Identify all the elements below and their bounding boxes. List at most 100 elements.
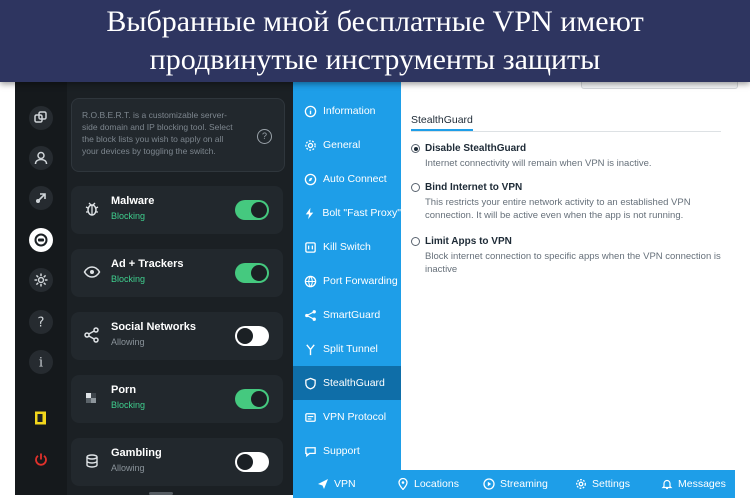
sidebar-item-kill-switch[interactable]: Kill Switch: [293, 230, 401, 264]
robert-info-card: R.O.B.E.R.T. is a customizable server-si…: [71, 98, 285, 172]
link-icon[interactable]: [29, 106, 53, 130]
bottom-tab-bar: VPN Locations Streaming Settings Message…: [293, 470, 735, 498]
blocklist-title: Gambling: [111, 447, 162, 459]
social-networks-toggle[interactable]: [235, 326, 269, 346]
info-icon[interactable]: i: [29, 350, 53, 374]
caption-line-2: продвинутые инструменты защиты: [149, 43, 601, 76]
horizontal-scrollbar[interactable]: [149, 492, 173, 495]
toggle-knob: [251, 391, 267, 407]
radio-button[interactable]: [411, 144, 420, 153]
blocklist-status: Blocking: [111, 274, 146, 284]
radio-button[interactable]: [411, 183, 420, 192]
toggle-knob: [237, 328, 253, 344]
sidebar-item-label: SmartGuard: [323, 309, 381, 321]
sidebar-item-support[interactable]: Support: [293, 434, 401, 468]
sidebar-item-information[interactable]: Information: [293, 94, 401, 128]
blocklist-status: Allowing: [111, 463, 145, 473]
tab-vpn[interactable]: VPN: [317, 470, 356, 498]
tab-stealthguard[interactable]: StealthGuard: [411, 114, 473, 131]
blocklist-status: Allowing: [111, 337, 145, 347]
option-title: Disable StealthGuard: [425, 143, 527, 154]
tab-divider: [411, 131, 721, 132]
bottom-tab-label: Locations: [414, 478, 459, 490]
protocol-icon: [303, 410, 317, 424]
robert-description: R.O.B.E.R.T. is a customizable server-si…: [82, 110, 233, 156]
gear-icon: [303, 138, 317, 152]
nodes-icon: [303, 308, 317, 322]
tab-locations[interactable]: Locations: [397, 470, 459, 498]
compass-icon: [303, 172, 317, 186]
blocklist-title: Malware: [111, 195, 155, 207]
caption-banner: Выбранные мной бесплатные VPN имеют прод…: [0, 0, 750, 82]
toggle-knob: [251, 202, 267, 218]
bottom-tab-label: Messages: [678, 478, 726, 490]
sidebar-item-label: Split Tunnel: [323, 343, 378, 355]
sidebar-item-auto-connect[interactable]: Auto Connect: [293, 162, 401, 196]
sidebar-item-split-tunnel[interactable]: Split Tunnel: [293, 332, 401, 366]
blocklist-title: Porn: [111, 384, 137, 396]
toggle-knob: [237, 454, 253, 470]
bottom-tab-label: Streaming: [500, 478, 548, 490]
tab-streaming[interactable]: Streaming: [483, 470, 548, 498]
question-icon[interactable]: ?: [257, 129, 272, 144]
user-icon[interactable]: [29, 146, 53, 170]
svg-text:?: ?: [38, 316, 45, 331]
sidebar-item-general[interactable]: General: [293, 128, 401, 162]
sidebar-item-label: Kill Switch: [323, 241, 371, 253]
caption-line-1: Выбранные мной бесплатные VPN имеют: [106, 5, 644, 38]
vpn-arrow-icon: [318, 479, 328, 489]
sidebar-item-label: Port Forwarding: [323, 275, 398, 287]
robert-panel: ? i R.O.B.E.R.T. is a customizable serve…: [15, 82, 295, 495]
sidebar-item-vpn-protocol[interactable]: VPN Protocol: [293, 400, 401, 434]
sidebar-item-port-forwarding[interactable]: Port Forwarding: [293, 264, 401, 298]
tab-messages[interactable]: Messages: [661, 470, 726, 498]
porn-toggle[interactable]: [235, 389, 269, 409]
bell-icon: [661, 479, 673, 490]
radio-button[interactable]: [411, 237, 420, 246]
bottom-tab-label: VPN: [334, 478, 356, 490]
play-icon: [483, 478, 495, 490]
option-title: Limit Apps to VPN: [425, 236, 512, 247]
sidebar-item-bolt[interactable]: Bolt "Fast Proxy": [293, 196, 401, 230]
chat-icon: [303, 444, 317, 458]
bug-icon: [85, 202, 99, 216]
settings-window: Information General Auto Connect Bolt "F…: [293, 82, 738, 498]
tab-settings[interactable]: Settings: [575, 470, 630, 498]
sidebar-item-label: Bolt "Fast Proxy": [322, 207, 401, 219]
blocklist-porn: Porn Blocking: [71, 375, 283, 423]
blocklist-social-networks: Social Networks Allowing: [71, 312, 283, 360]
sidebar-item-label: StealthGuard: [323, 377, 385, 389]
power-icon[interactable]: [29, 448, 53, 472]
robert-icon[interactable]: [29, 228, 53, 252]
ad-trackers-toggle[interactable]: [235, 263, 269, 283]
bolt-icon: [303, 206, 316, 220]
help-icon[interactable]: ?: [29, 310, 53, 334]
sidebar-item-smartguard[interactable]: SmartGuard: [293, 298, 401, 332]
malware-toggle[interactable]: [235, 200, 269, 220]
sidebar-item-label: Auto Connect: [323, 173, 387, 185]
blocklist-status: Blocking: [111, 211, 146, 221]
search-input[interactable]: [581, 82, 738, 89]
toggle-knob: [251, 265, 267, 281]
exit-icon[interactable]: [29, 406, 53, 430]
sidebar-item-label: Support: [323, 445, 360, 457]
switch-icon: [303, 240, 317, 254]
option-description: Block internet connection to specific ap…: [425, 251, 721, 275]
split-icon: [303, 342, 317, 356]
option-description: Internet connectivity will remain when V…: [425, 158, 652, 169]
shield-icon: [303, 376, 317, 390]
gambling-toggle[interactable]: [235, 452, 269, 472]
blocklist-gambling: Gambling Allowing: [71, 438, 283, 486]
rocket-icon[interactable]: [29, 186, 53, 210]
icon-rail: ? i: [15, 82, 67, 495]
sidebar-item-label: VPN Protocol: [323, 411, 387, 423]
option-title: Bind Internet to VPN: [425, 182, 523, 193]
blocklist-ad-trackers: Ad + Trackers Blocking: [71, 249, 283, 297]
pixel-icon: [86, 393, 96, 403]
sidebar-item-stealthguard[interactable]: StealthGuard: [293, 366, 401, 400]
svg-text:i: i: [39, 356, 43, 371]
gear-icon: [576, 479, 586, 489]
settings-sidebar: Information General Auto Connect Bolt "F…: [293, 82, 401, 470]
option-description: This restricts your entire network activ…: [425, 197, 691, 221]
gear-icon[interactable]: [29, 268, 53, 292]
